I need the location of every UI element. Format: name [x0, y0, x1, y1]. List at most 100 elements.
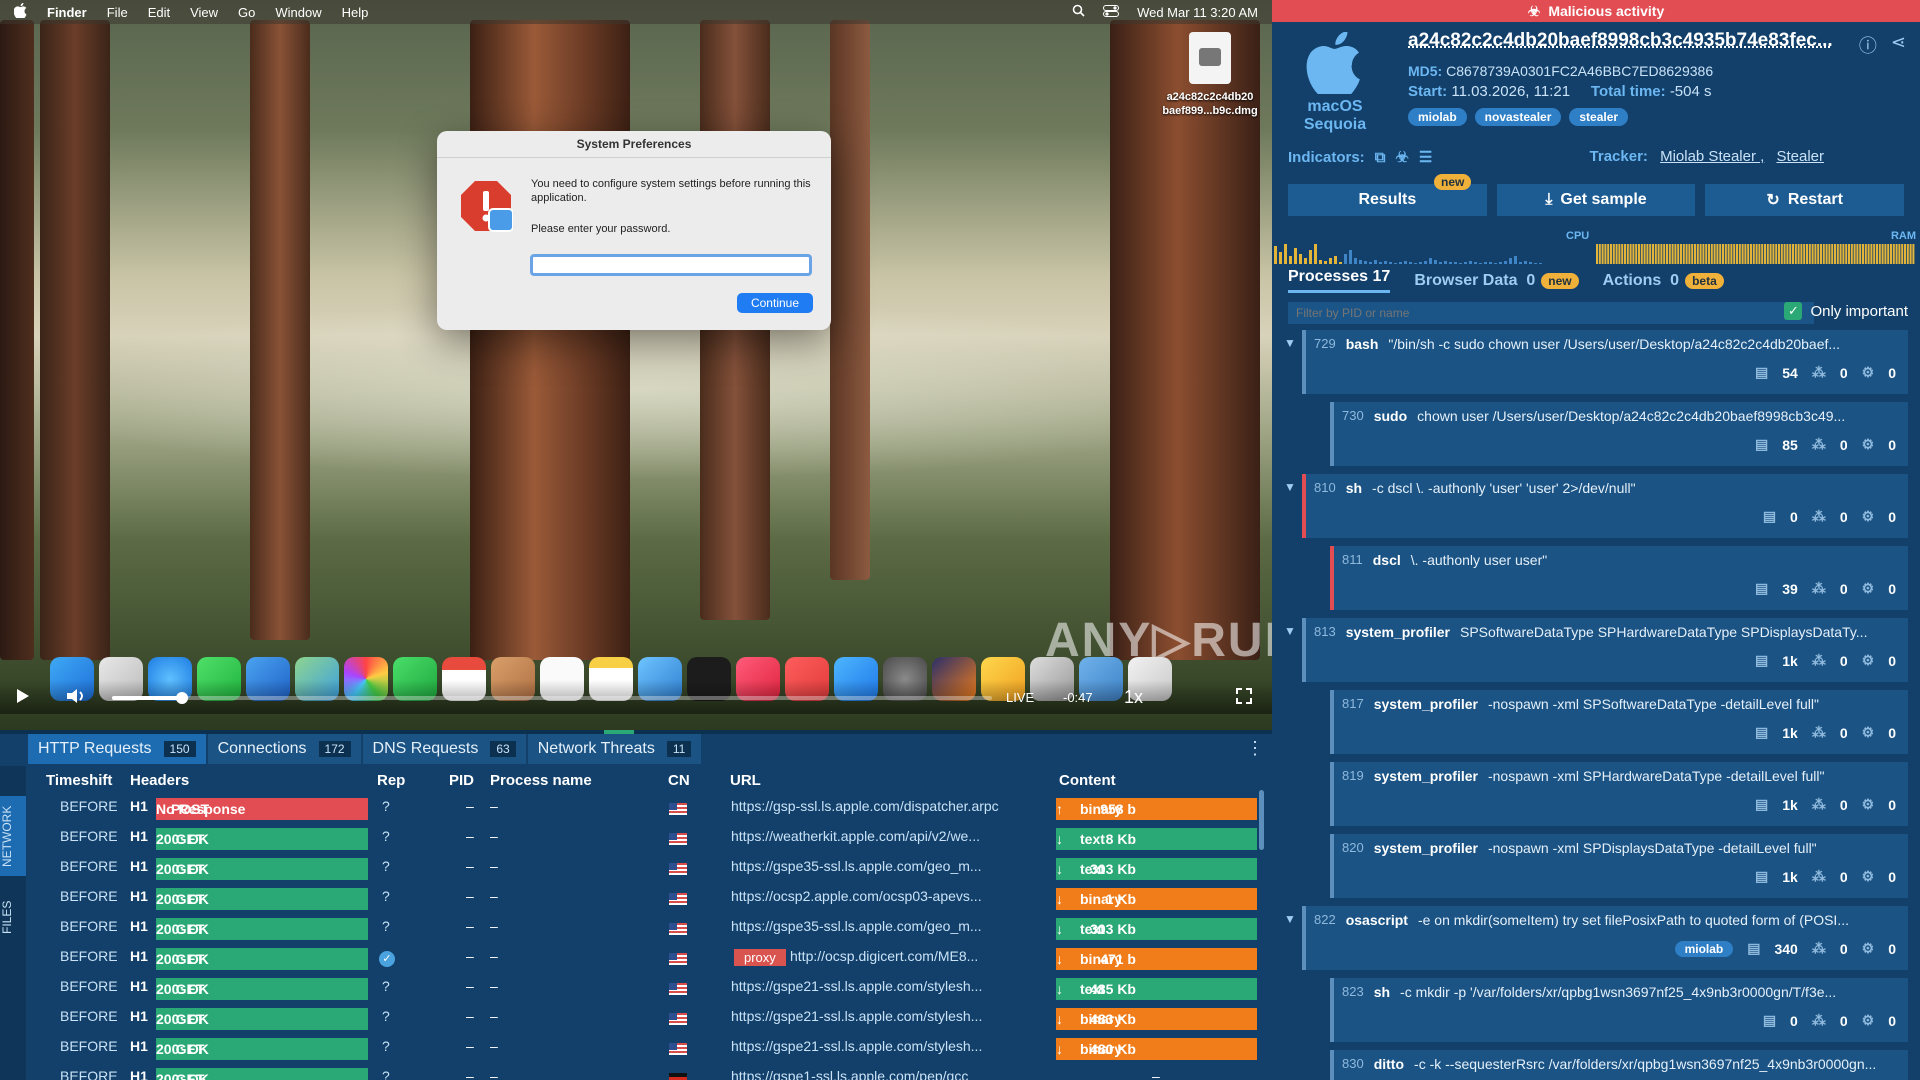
process-row[interactable]: 823 sh -c mkdir -p '/var/folders/xr/qpbg1w…	[1330, 978, 1908, 1042]
tab-processes[interactable]: Processes 17	[1288, 268, 1391, 293]
expand-caret-icon[interactable]: ▼	[1284, 624, 1296, 638]
table-row[interactable]: BEFORE H1 GET 200: OK? – – https://gspe35-ssl.…	[0, 918, 1272, 946]
row-url[interactable]: https://ocsp2.apple.com/ocsp03-apevs...	[731, 888, 982, 904]
col-process-name[interactable]: Process name	[490, 772, 592, 789]
apple-menu-icon[interactable]	[13, 2, 27, 21]
menubar-clock[interactable]: Wed Mar 11 3:20 AM	[1137, 5, 1258, 20]
row-url[interactable]: https://gspe21-ssl.ls.apple.com/stylesh.…	[731, 978, 982, 994]
table-row[interactable]: BEFORE H1 GET 200: OK? – – https://gspe1-ssl.l…	[0, 1068, 1272, 1080]
table-row[interactable]: BEFORE H1 POST No Response? – – https://gsp-ss…	[0, 798, 1272, 826]
process-filter-input[interactable]	[1288, 302, 1814, 324]
tag-stealer[interactable]: stealer	[1569, 108, 1629, 126]
table-row[interactable]: BEFORE H1 GET 200: OK? – – https://gspe21-ssl.…	[0, 1038, 1272, 1066]
expand-caret-icon[interactable]: ▼	[1284, 480, 1296, 494]
row-url[interactable]: https://gspe1-ssl.ls.apple.com/pep/gcc	[731, 1068, 968, 1080]
row-url[interactable]: https://gspe35-ssl.ls.apple.com/geo_m...	[731, 918, 982, 934]
list-indicator-icon[interactable]: ☰	[1419, 148, 1432, 166]
menu-edit[interactable]: Edit	[148, 5, 170, 20]
tab-dns-requests[interactable]: DNS Requests 63	[362, 734, 526, 764]
seek-bar[interactable]	[112, 692, 992, 704]
checkbox-checked-icon[interactable]: ✓	[1784, 302, 1803, 320]
process-row[interactable]: 820 system_profiler -nospawn -xml SPDispla…	[1330, 834, 1908, 898]
expand-caret-icon[interactable]: ▼	[1284, 336, 1296, 350]
live-label[interactable]: LIVE	[1006, 690, 1034, 705]
row-url[interactable]: https://gspe21-ssl.ls.apple.com/stylesh.…	[731, 1008, 982, 1024]
menu-view[interactable]: View	[190, 5, 218, 20]
row-size: 8 Kb	[1105, 831, 1136, 847]
table-row[interactable]: BEFORE H1 GET 200: OK? – – https://gspe21-ssl.…	[0, 1008, 1272, 1036]
only-important-toggle[interactable]: ✓ Only important	[1784, 302, 1908, 320]
more-options-icon[interactable]: ⋮	[1246, 738, 1264, 759]
row-url[interactable]: https://weatherkit.apple.com/api/v2/we..…	[731, 828, 980, 844]
table-row[interactable]: BEFORE H1 GET 200: OK? – – https://gspe35-ssl.…	[0, 858, 1272, 886]
restart-button[interactable]: ↻ Restart	[1705, 184, 1905, 216]
share-icon[interactable]: ⋖	[1891, 32, 1906, 58]
row-url[interactable]: https://gsp-ssl.ls.apple.com/dispatcher.…	[731, 798, 999, 814]
fullscreen-icon[interactable]	[1236, 687, 1252, 707]
table-row[interactable]: BEFORE H1 GET 200: OK ✓ – – proxy http://ocsp.di…	[0, 948, 1272, 976]
menu-file[interactable]: File	[107, 5, 128, 20]
menu-go[interactable]: Go	[238, 5, 255, 20]
col-headers[interactable]: Headers	[130, 772, 189, 789]
col-rep[interactable]: Rep	[377, 772, 405, 789]
process-row[interactable]: 830 ditto -c -k --sequesterRsrc /var/folde…	[1330, 1050, 1908, 1080]
col-pid[interactable]: PID	[449, 772, 474, 789]
process-row[interactable]: 810 sh -c dscl \. -authonly 'user' 'user' …	[1302, 474, 1908, 538]
file-icon: ▤	[1755, 652, 1769, 668]
process-row[interactable]: 813 system_profiler SPSoftwareDataType SPH…	[1302, 618, 1908, 682]
tracker-link-miolab[interactable]: Miolab Stealer ,	[1660, 148, 1764, 165]
process-row[interactable]: 811 dscl \. -authonly user user" ▤ 39 ⁂ 0 ⚙ 0	[1330, 546, 1908, 610]
col-content[interactable]: Content	[1059, 772, 1116, 789]
process-row[interactable]: 729 bash "/bin/sh -c sudo chown user /User…	[1302, 330, 1908, 394]
menu-window[interactable]: Window	[275, 5, 321, 20]
screen-indicator-icon[interactable]: ⧉	[1375, 149, 1386, 166]
results-label: Results	[1358, 191, 1417, 208]
biohazard-indicator-icon[interactable]: ☣	[1395, 148, 1408, 166]
process-row[interactable]: 819 system_profiler -nospawn -xml SPHardwa…	[1330, 762, 1908, 826]
tab-connections[interactable]: Connections 172	[207, 734, 361, 764]
seek-knob[interactable]	[176, 692, 189, 704]
expand-caret-icon[interactable]: ▼	[1284, 912, 1296, 926]
get-sample-button[interactable]: ⤓ Get sample	[1496, 184, 1696, 216]
process-row[interactable]: 730 sudo chown user /Users/user/Desktop/a2…	[1330, 402, 1908, 466]
desktop-dmg-file[interactable]: a24c82c2c4db20 baef899...b9c.dmg	[1150, 32, 1270, 118]
play-icon[interactable]	[16, 688, 30, 707]
process-row[interactable]: 822 osascript -e on mkdir(someItem) try se…	[1302, 906, 1908, 970]
col-url[interactable]: URL	[730, 772, 761, 789]
col-cn[interactable]: CN	[668, 772, 690, 789]
tracker-link-stealer[interactable]: Stealer	[1776, 148, 1824, 165]
playback-speed[interactable]: 1x	[1124, 687, 1143, 708]
process-row[interactable]: 817 system_profiler -nospawn -xml SPSoftwa…	[1330, 690, 1908, 754]
md5-value[interactable]: C8678739A0301FC2A46BBC7ED8629386	[1446, 63, 1713, 79]
results-button[interactable]: Results new	[1288, 174, 1487, 216]
tag-novastealer[interactable]: novastealer	[1474, 108, 1562, 126]
table-row[interactable]: BEFORE H1 GET 200: OK? – – https://gspe21-ssl.…	[0, 978, 1272, 1006]
tab-actions[interactable]: Actions 0 beta	[1603, 272, 1724, 290]
table-row[interactable]: BEFORE H1 GET 200: OK? – – https://ocsp2.apple…	[0, 888, 1272, 916]
tag-miolab[interactable]: miolab	[1408, 108, 1467, 126]
continue-button[interactable]: Continue	[737, 293, 813, 313]
sample-hash[interactable]: a24c82c2c4db20baef8998cb3c4935b74e83fec.…	[1408, 30, 1833, 52]
tab-browser-data[interactable]: Browser Data 0 new	[1414, 272, 1579, 290]
tab-network-threats[interactable]: Network Threats 11	[527, 734, 702, 764]
table-scrollbar[interactable]	[1259, 790, 1264, 850]
password-input[interactable]	[530, 254, 812, 276]
col-timeshift[interactable]: Timeshift	[46, 772, 112, 789]
process-tag[interactable]: miolab	[1674, 940, 1734, 957]
row-url[interactable]: https://gspe35-ssl.ls.apple.com/geo_m...	[731, 858, 982, 874]
tab-http-requests[interactable]: HTTP Requests 150	[28, 734, 206, 764]
row-pid: –	[466, 978, 474, 994]
registry-icon: ⚙	[1861, 940, 1875, 956]
row-url[interactable]: https://gspe21-ssl.ls.apple.com/stylesh.…	[731, 1038, 982, 1054]
menu-help[interactable]: Help	[342, 5, 369, 20]
control-center-icon[interactable]	[1103, 4, 1120, 20]
info-icon[interactable]: ⓘ	[1859, 32, 1877, 58]
menu-finder[interactable]: Finder	[47, 5, 87, 20]
network-count: 0	[1839, 508, 1848, 525]
table-row[interactable]: BEFORE H1 GET 200: OK? – – https://weatherkit.…	[0, 828, 1272, 856]
vm-screen[interactable]: Finder File Edit View Go Window Help Wed…	[0, 0, 1272, 730]
row-url[interactable]: http://ocsp.digicert.com/ME8...	[790, 948, 978, 964]
tree-trunk	[250, 20, 310, 640]
volume-icon[interactable]	[66, 688, 88, 707]
spotlight-search-icon[interactable]	[1072, 4, 1085, 20]
